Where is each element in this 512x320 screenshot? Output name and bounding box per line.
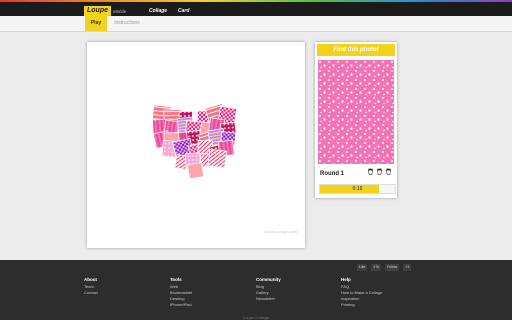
- collage-tile[interactable]: [207, 148, 228, 169]
- collage-tile[interactable]: [186, 162, 205, 180]
- social-buttons: Like 17k Follow +1: [357, 264, 412, 271]
- tab-bar: Play Instructions: [0, 16, 512, 32]
- like-count: 17k: [371, 264, 382, 271]
- timer-text: 0:16: [352, 186, 363, 192]
- life-cup-icon: [386, 168, 391, 175]
- footer-column-community: Community Blog Gallery Newsletter: [256, 277, 281, 302]
- footer-heading: Help: [341, 277, 351, 282]
- nav-collage-link[interactable]: Collage: [149, 6, 167, 16]
- round-label: Round 1: [320, 171, 344, 177]
- footer-heading: About: [84, 277, 97, 282]
- game-panel: Find this photo! Round 1 0:16: [315, 42, 397, 198]
- footer-link[interactable]: Contact: [84, 290, 98, 296]
- life-cup-icon: [377, 168, 382, 175]
- nav-card-link[interactable]: Card: [178, 6, 189, 16]
- footer-column-tools: Tools Web Bookmarklet Desktop iPhone/iPa…: [170, 277, 192, 308]
- tab-instructions[interactable]: Instructions: [110, 16, 144, 31]
- lives-counter: [367, 168, 392, 175]
- tab-play[interactable]: Play: [85, 16, 107, 31]
- plus-one-button[interactable]: +1: [403, 264, 412, 271]
- footer-heading: Tools: [170, 277, 182, 282]
- life-cup-icon: [368, 168, 373, 175]
- footer: Like 17k Follow +1 About Team Contact To…: [0, 260, 512, 320]
- find-photo-heading: Find this photo!: [317, 44, 395, 56]
- footer-link[interactable]: Newsletter: [256, 296, 281, 302]
- watermark: LoupeCollage.com: [263, 229, 297, 234]
- copyright-text: Loupe Collage: [243, 315, 269, 320]
- footer-heading: Community: [256, 277, 281, 282]
- footer-link[interactable]: iPhone/iPad: [170, 302, 192, 308]
- footer-column-about: About Team Contact: [84, 277, 98, 296]
- footer-link[interactable]: Printing: [341, 302, 382, 308]
- collage-photo[interactable]: LoupeCollage.com: [87, 42, 305, 248]
- like-button[interactable]: Like: [357, 264, 368, 271]
- logo[interactable]: Loupe Mobile: [84, 6, 126, 16]
- footer-column-help: Help FAQ How to Make a Collage Inspirati…: [341, 277, 382, 308]
- follow-button[interactable]: Follow: [385, 264, 400, 271]
- logo-subtitle: Mobile: [113, 8, 127, 14]
- top-navigation-bar: Loupe Mobile Collage Card: [0, 2, 512, 16]
- target-photo-thumbnail: [318, 60, 394, 164]
- heart-collage-image[interactable]: [87, 42, 305, 248]
- timer-bar: 0:16: [319, 184, 396, 194]
- logo-text: Loupe: [84, 6, 111, 16]
